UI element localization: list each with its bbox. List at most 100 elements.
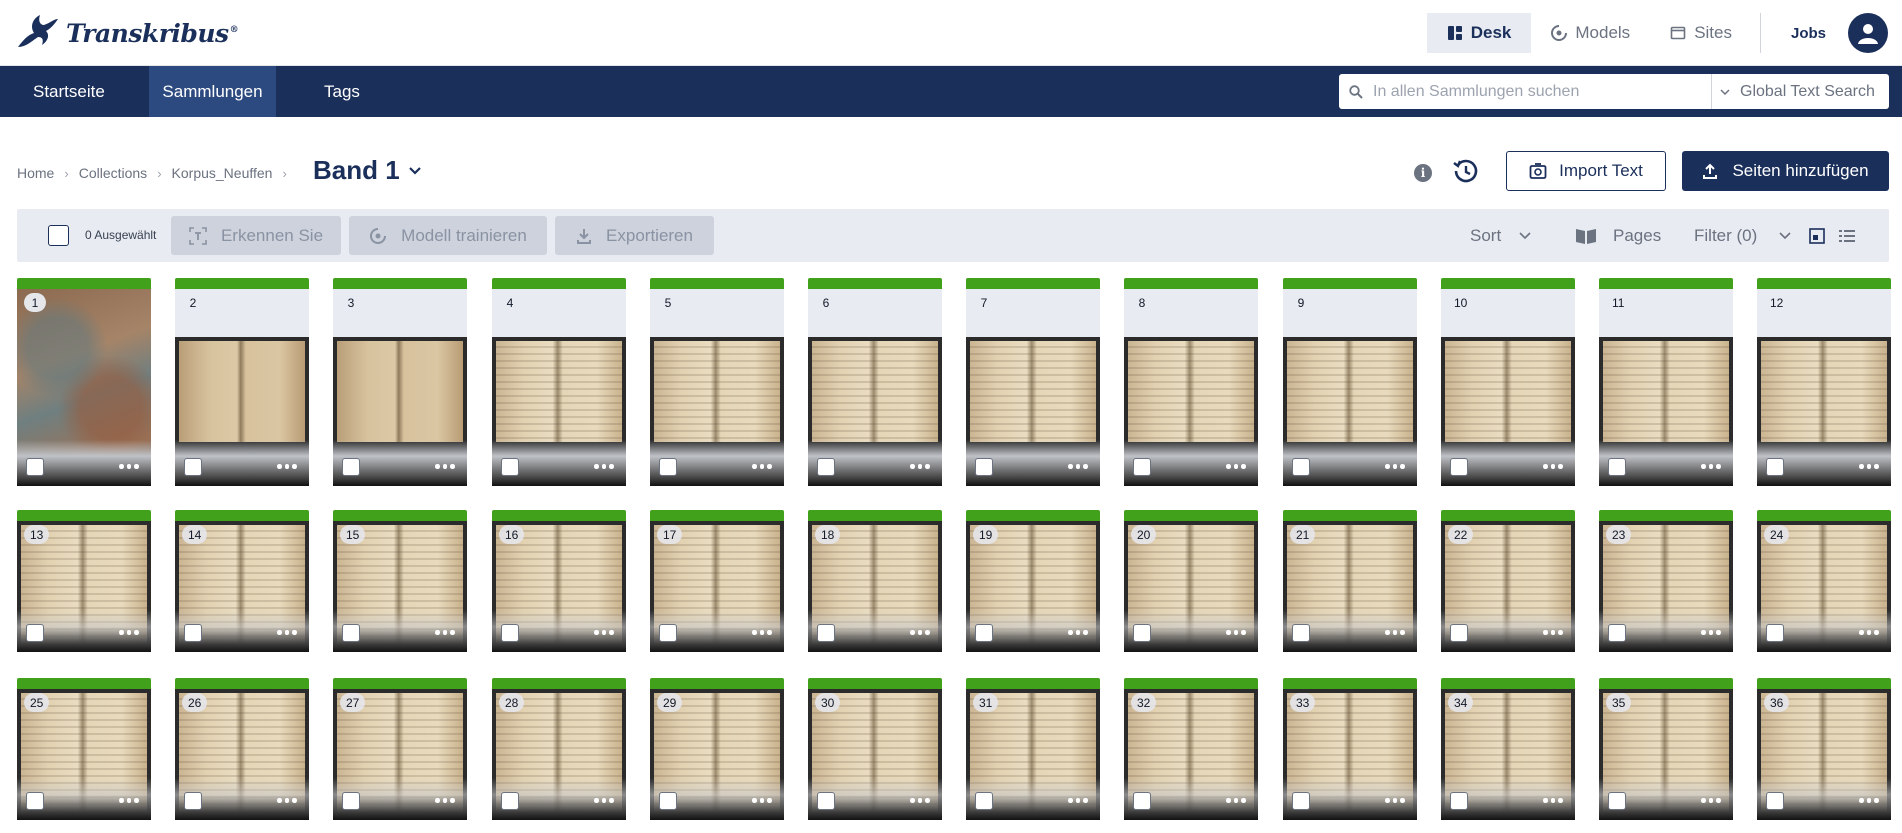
page-select-checkbox[interactable] <box>1450 792 1468 810</box>
more-options-icon[interactable] <box>752 630 772 636</box>
more-options-icon[interactable] <box>435 798 455 804</box>
page-select-checkbox[interactable] <box>659 624 677 642</box>
page-select-checkbox[interactable] <box>1450 624 1468 642</box>
more-options-icon[interactable] <box>1226 798 1246 804</box>
page-select-checkbox[interactable] <box>817 458 835 476</box>
more-options-icon[interactable] <box>1385 464 1405 470</box>
page-select-checkbox[interactable] <box>1133 458 1151 476</box>
more-options-icon[interactable] <box>1859 464 1879 470</box>
more-options-icon[interactable] <box>594 630 614 636</box>
nav-desk[interactable]: Desk <box>1426 13 1532 53</box>
more-options-icon[interactable] <box>594 798 614 804</box>
page-select-checkbox[interactable] <box>501 624 519 642</box>
more-options-icon[interactable] <box>277 464 297 470</box>
select-all-checkbox[interactable] <box>48 225 69 246</box>
nav-sites[interactable]: Sites <box>1650 13 1752 53</box>
more-options-icon[interactable] <box>1068 464 1088 470</box>
more-options-icon[interactable] <box>1543 630 1563 636</box>
breadcrumb-collection[interactable]: Korpus_Neuffen <box>172 165 273 181</box>
more-options-icon[interactable] <box>1701 464 1721 470</box>
page-select-checkbox[interactable] <box>659 458 677 476</box>
page-select-checkbox[interactable] <box>817 792 835 810</box>
page-select-checkbox[interactable] <box>975 458 993 476</box>
pages-view-toggle[interactable]: Pages <box>1575 209 1661 262</box>
more-options-icon[interactable] <box>1385 630 1405 636</box>
more-options-icon[interactable] <box>1701 630 1721 636</box>
page-select-checkbox[interactable] <box>1133 624 1151 642</box>
page-select-checkbox[interactable] <box>1608 624 1626 642</box>
page-select-checkbox[interactable] <box>1292 624 1310 642</box>
page-select-checkbox[interactable] <box>26 458 44 476</box>
nav-models[interactable]: Models <box>1531 13 1650 53</box>
recognize-button[interactable]: Erkennen Sie <box>171 216 341 255</box>
page-select-checkbox[interactable] <box>1766 458 1784 476</box>
page-select-checkbox[interactable] <box>1292 792 1310 810</box>
page-select-checkbox[interactable] <box>1608 792 1626 810</box>
import-text-button[interactable]: Import Text <box>1506 151 1666 191</box>
tab-startseite[interactable]: Startseite <box>17 66 121 117</box>
more-options-icon[interactable] <box>277 798 297 804</box>
more-options-icon[interactable] <box>1385 798 1405 804</box>
page-select-checkbox[interactable] <box>184 458 202 476</box>
user-avatar[interactable] <box>1848 13 1888 53</box>
page-select-checkbox[interactable] <box>1450 458 1468 476</box>
filter-dropdown[interactable]: Filter (0) <box>1694 209 1791 262</box>
page-select-checkbox[interactable] <box>1766 792 1784 810</box>
more-options-icon[interactable] <box>910 630 930 636</box>
page-select-checkbox[interactable] <box>501 458 519 476</box>
more-options-icon[interactable] <box>752 464 772 470</box>
more-options-icon[interactable] <box>1701 798 1721 804</box>
page-select-checkbox[interactable] <box>1766 624 1784 642</box>
page-select-checkbox[interactable] <box>975 624 993 642</box>
more-options-icon[interactable] <box>119 630 139 636</box>
more-options-icon[interactable] <box>752 798 772 804</box>
page-select-checkbox[interactable] <box>1292 458 1310 476</box>
export-button[interactable]: Exportieren <box>555 216 714 255</box>
history-icon[interactable] <box>1452 157 1480 190</box>
more-options-icon[interactable] <box>1068 630 1088 636</box>
sort-dropdown[interactable]: Sort <box>1470 209 1531 262</box>
page-select-checkbox[interactable] <box>342 458 360 476</box>
search-mode-dropdown[interactable]: Global Text Search <box>1712 83 1875 101</box>
info-icon[interactable]: i <box>1414 164 1432 182</box>
more-options-icon[interactable] <box>119 798 139 804</box>
grid-view-button[interactable] <box>1809 209 1825 262</box>
page-select-checkbox[interactable] <box>975 792 993 810</box>
more-options-icon[interactable] <box>277 630 297 636</box>
page-select-checkbox[interactable] <box>342 792 360 810</box>
train-model-button[interactable]: Modell trainieren <box>349 216 547 255</box>
tab-sammlungen[interactable]: Sammlungen <box>149 66 276 117</box>
more-options-icon[interactable] <box>435 630 455 636</box>
page-select-checkbox[interactable] <box>26 792 44 810</box>
more-options-icon[interactable] <box>1859 630 1879 636</box>
breadcrumb-collections[interactable]: Collections <box>79 165 147 181</box>
list-view-button[interactable] <box>1839 209 1855 262</box>
breadcrumb-home[interactable]: Home <box>17 165 54 181</box>
add-pages-button[interactable]: Seiten hinzufügen <box>1682 151 1889 191</box>
nav-jobs[interactable]: Jobs <box>1769 25 1848 42</box>
more-options-icon[interactable] <box>1068 798 1088 804</box>
more-options-icon[interactable] <box>910 464 930 470</box>
tab-tags[interactable]: Tags <box>308 66 376 117</box>
page-select-checkbox[interactable] <box>659 792 677 810</box>
page-select-checkbox[interactable] <box>184 792 202 810</box>
more-options-icon[interactable] <box>1226 464 1246 470</box>
more-options-icon[interactable] <box>910 798 930 804</box>
app-logo[interactable]: Transkribus® <box>16 10 239 56</box>
more-options-icon[interactable] <box>1543 464 1563 470</box>
page-select-checkbox[interactable] <box>817 624 835 642</box>
page-select-checkbox[interactable] <box>184 624 202 642</box>
more-options-icon[interactable] <box>435 464 455 470</box>
page-select-checkbox[interactable] <box>1608 458 1626 476</box>
page-select-checkbox[interactable] <box>26 624 44 642</box>
more-options-icon[interactable] <box>1859 798 1879 804</box>
document-title-dropdown[interactable]: Band 1 <box>313 155 422 186</box>
more-options-icon[interactable] <box>1543 798 1563 804</box>
page-select-checkbox[interactable] <box>1133 792 1151 810</box>
more-options-icon[interactable] <box>594 464 614 470</box>
search-input[interactable] <box>1373 75 1711 108</box>
page-select-checkbox[interactable] <box>501 792 519 810</box>
more-options-icon[interactable] <box>1226 630 1246 636</box>
page-select-checkbox[interactable] <box>342 624 360 642</box>
more-options-icon[interactable] <box>119 464 139 470</box>
